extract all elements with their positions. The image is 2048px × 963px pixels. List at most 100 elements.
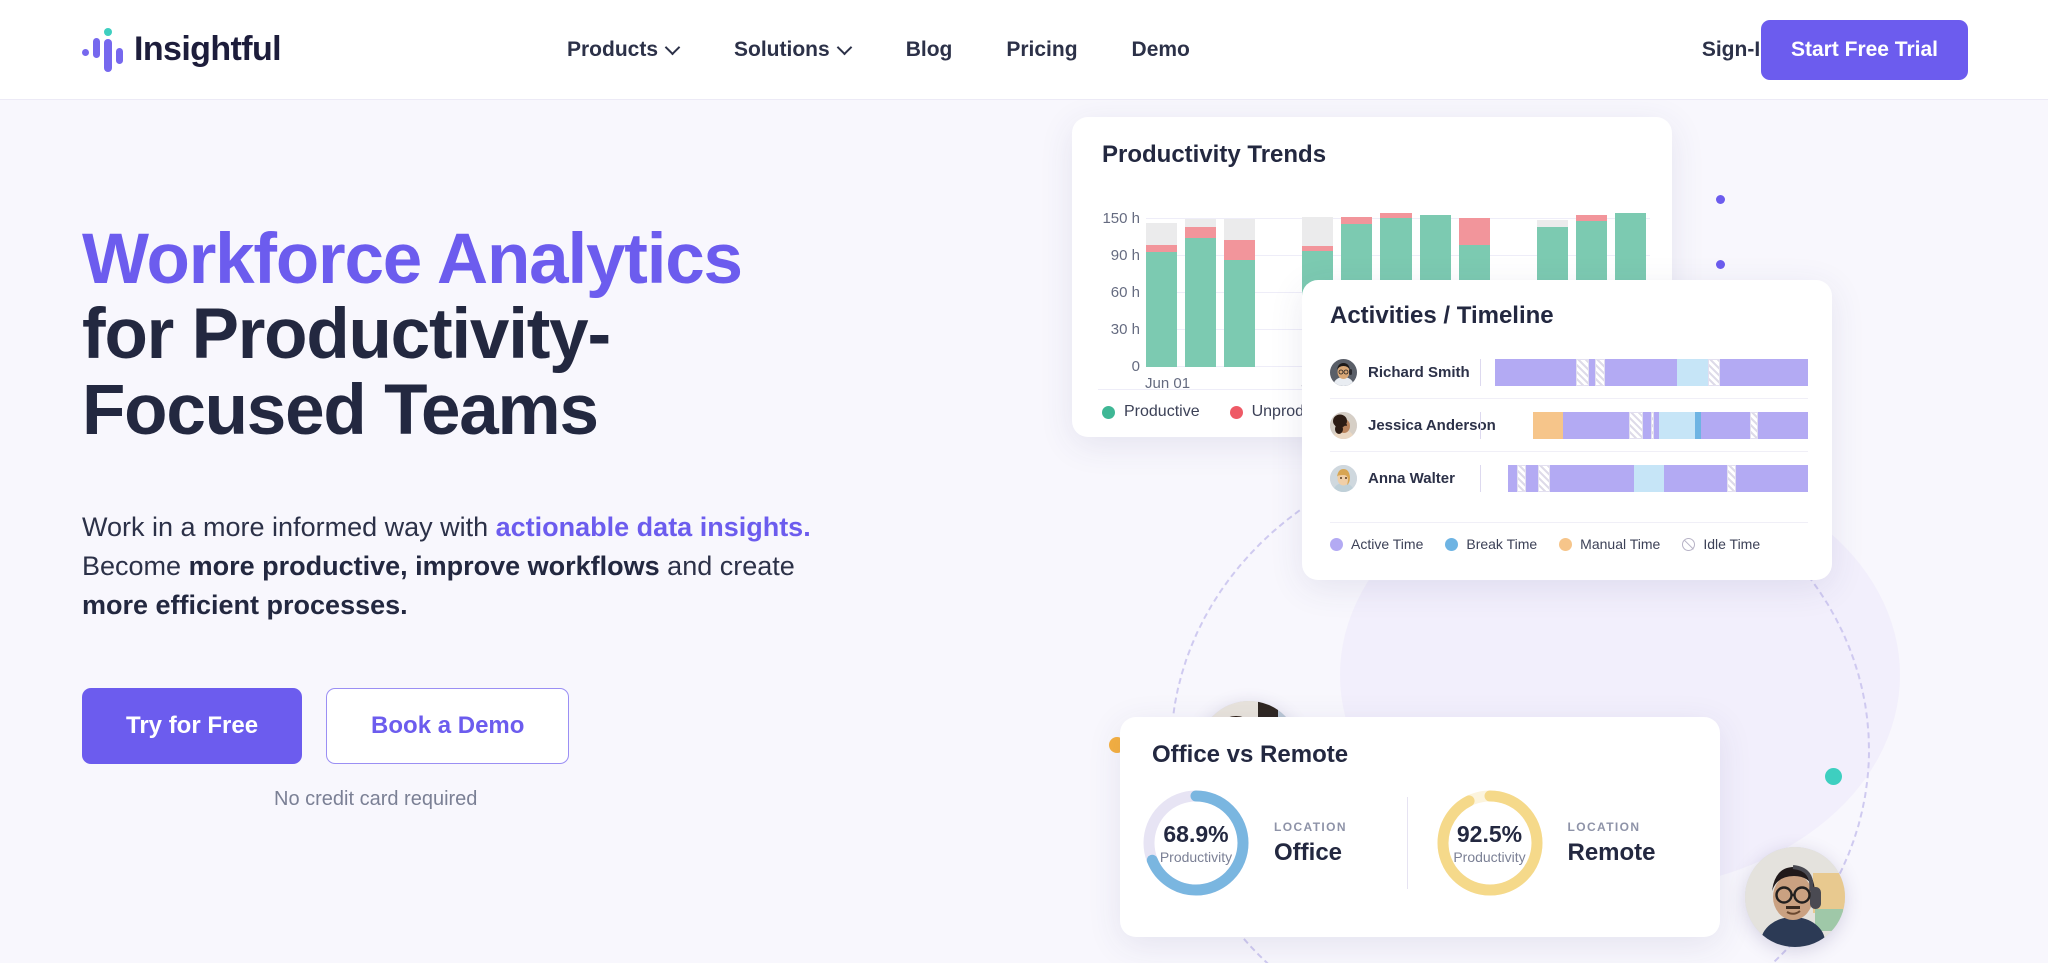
avatar: [1330, 411, 1357, 439]
actionable-data-insights-link[interactable]: actionable data insights.: [496, 512, 811, 542]
chart-bar-segment: [1185, 219, 1217, 228]
timeline-segment-active: [1642, 411, 1651, 439]
timeline-segment-idle: [1595, 358, 1605, 386]
decoration-dot: [1716, 260, 1725, 269]
nav-item-blog[interactable]: Blog: [879, 28, 980, 72]
hero-button-row: Try for Free Book a Demo: [82, 688, 942, 765]
legend-color-swatch: [1330, 537, 1343, 551]
chart-bar-slot: [1263, 219, 1294, 367]
location-block-office: LOCATION Office: [1274, 820, 1347, 867]
divider: [1480, 411, 1481, 439]
chevron-down-icon: [839, 41, 852, 54]
list-item[interactable]: Richard Smith: [1330, 346, 1808, 399]
legend-color-swatch: [1445, 537, 1459, 551]
timeline-rows: Richard Smith Jessica Anderson Anna Walter: [1330, 346, 1808, 505]
employee-name: Richard Smith: [1368, 363, 1470, 381]
timeline-segment-break: [1633, 465, 1664, 492]
book-a-demo-button[interactable]: Book a Demo: [326, 688, 570, 765]
chart-bar-slot: [1224, 219, 1256, 367]
logo-text: Insightful: [134, 30, 282, 68]
timeline-segment-active: [1549, 465, 1634, 492]
activities-timeline-card: Activities / Timeline Richard Smith Jessi…: [1302, 280, 1832, 580]
y-axis-tick-label: 150 h: [1102, 210, 1140, 227]
nav-item-products[interactable]: Products: [540, 28, 707, 72]
try-for-free-button[interactable]: Try for Free: [82, 688, 303, 765]
list-item[interactable]: Jessica Anderson: [1330, 399, 1808, 452]
nav-item-demo[interactable]: Demo: [1105, 28, 1217, 72]
list-item[interactable]: Anna Walter: [1330, 452, 1808, 505]
timeline-title: Activities / Timeline: [1330, 302, 1554, 329]
subcopy-part-b: Become: [82, 550, 189, 581]
timeline-track[interactable]: [1495, 411, 1808, 439]
nav-label-blog: Blog: [905, 37, 953, 61]
legend-item-idle-time: Idle Time: [1682, 536, 1760, 552]
avatar: [1745, 847, 1845, 947]
idle-time-icon: [1682, 537, 1696, 551]
timeline-segment-active: [1700, 411, 1751, 439]
timeline-segment-break: [1659, 411, 1696, 439]
subcopy-part-c: and create: [659, 550, 795, 581]
divider: [1480, 465, 1481, 492]
location-kicker: LOCATION: [1274, 819, 1347, 834]
donut-group-office: 68.9% Productivity LOCATION Office: [1140, 787, 1407, 899]
y-axis-tick-label: 90 h: [1110, 247, 1140, 264]
donut-chart-office: 68.9% Productivity: [1140, 787, 1252, 899]
timeline-track[interactable]: [1495, 358, 1808, 386]
legend-label: Productive: [1124, 403, 1200, 420]
y-axis-tick-label: 60 h: [1110, 284, 1140, 301]
avatar: [1330, 465, 1357, 492]
timeline-segment-active: [1735, 465, 1808, 492]
nav-label-solutions: Solutions: [734, 37, 830, 61]
headline-line-3: Focused Teams: [82, 370, 599, 450]
timeline-segment-idle: [1707, 358, 1721, 386]
timeline-segment-manual: [1532, 411, 1563, 439]
donut-row: 68.9% Productivity LOCATION Office 92.5%…: [1140, 787, 1700, 899]
timeline-segment-idle: [1628, 411, 1643, 439]
divider: [1330, 522, 1808, 523]
timeline-track[interactable]: [1495, 465, 1808, 492]
chart-bar-segment: [1536, 220, 1568, 228]
timeline-legend: Active Time Break Time Manual Time Idle …: [1330, 536, 1760, 552]
insightful-waveform-logo-icon: [82, 27, 124, 73]
table-row[interactable]: [1185, 219, 1217, 367]
chart-bar-slot: [1185, 219, 1217, 367]
start-free-trial-button[interactable]: Start Free Trial: [1760, 19, 1968, 80]
donut-group-remote: 92.5% Productivity LOCATION Remote: [1434, 787, 1701, 899]
headline-line-2: for Productivity-: [82, 295, 611, 375]
ovr-title: Office vs Remote: [1152, 741, 1349, 768]
office-vs-remote-card: Office vs Remote 68.9% Productivity LOCA…: [1120, 717, 1720, 937]
location-block-remote: LOCATION Remote: [1568, 820, 1656, 867]
table-row[interactable]: [1224, 219, 1256, 367]
logo[interactable]: Insightful: [82, 27, 282, 73]
table-row[interactable]: [1146, 222, 1178, 367]
chart-bar-segment: [1146, 252, 1178, 367]
timeline-segment-idle: [1576, 358, 1589, 386]
timeline-segment-idle: [1726, 465, 1736, 492]
location-name: Remote: [1567, 838, 1656, 866]
location-name: Office: [1274, 838, 1343, 866]
decoration-dot-teal: [1825, 768, 1842, 785]
divider: [1406, 797, 1408, 889]
subcopy-bold-1: more productive, improve workflows: [188, 550, 660, 581]
legend-item-break-time: Break Time: [1445, 536, 1537, 552]
chart-bar-segment: [1458, 217, 1490, 245]
chart-bar-segment: [1224, 219, 1256, 240]
chart-bar-segment: [1146, 244, 1178, 253]
timeline-segment-active: [1720, 358, 1808, 386]
nav-item-solutions[interactable]: Solutions: [707, 28, 879, 72]
y-axis-tick-label: 30 h: [1110, 321, 1140, 338]
page-root: Insightful Products Solutions Blog Prici…: [0, 0, 2048, 963]
timeline-segment-active: [1495, 358, 1577, 386]
legend-item-active-time: Active Time: [1330, 536, 1423, 552]
legend-color-swatch: [1559, 537, 1573, 551]
site-header: Insightful Products Solutions Blog Prici…: [0, 0, 2048, 100]
nav-label-demo: Demo: [1131, 37, 1190, 61]
timeline-segment-idle: [1516, 465, 1526, 492]
y-axis-tick-label: 0: [1131, 358, 1140, 375]
nav-label-products: Products: [567, 37, 659, 61]
nav-item-pricing[interactable]: Pricing: [979, 28, 1104, 72]
legend-label: Break Time: [1466, 536, 1538, 552]
hero-section: Workforce Analytics for Productivity- Fo…: [0, 100, 2048, 963]
avatar: [1330, 358, 1357, 386]
timeline-segment-idle: [1537, 465, 1550, 492]
